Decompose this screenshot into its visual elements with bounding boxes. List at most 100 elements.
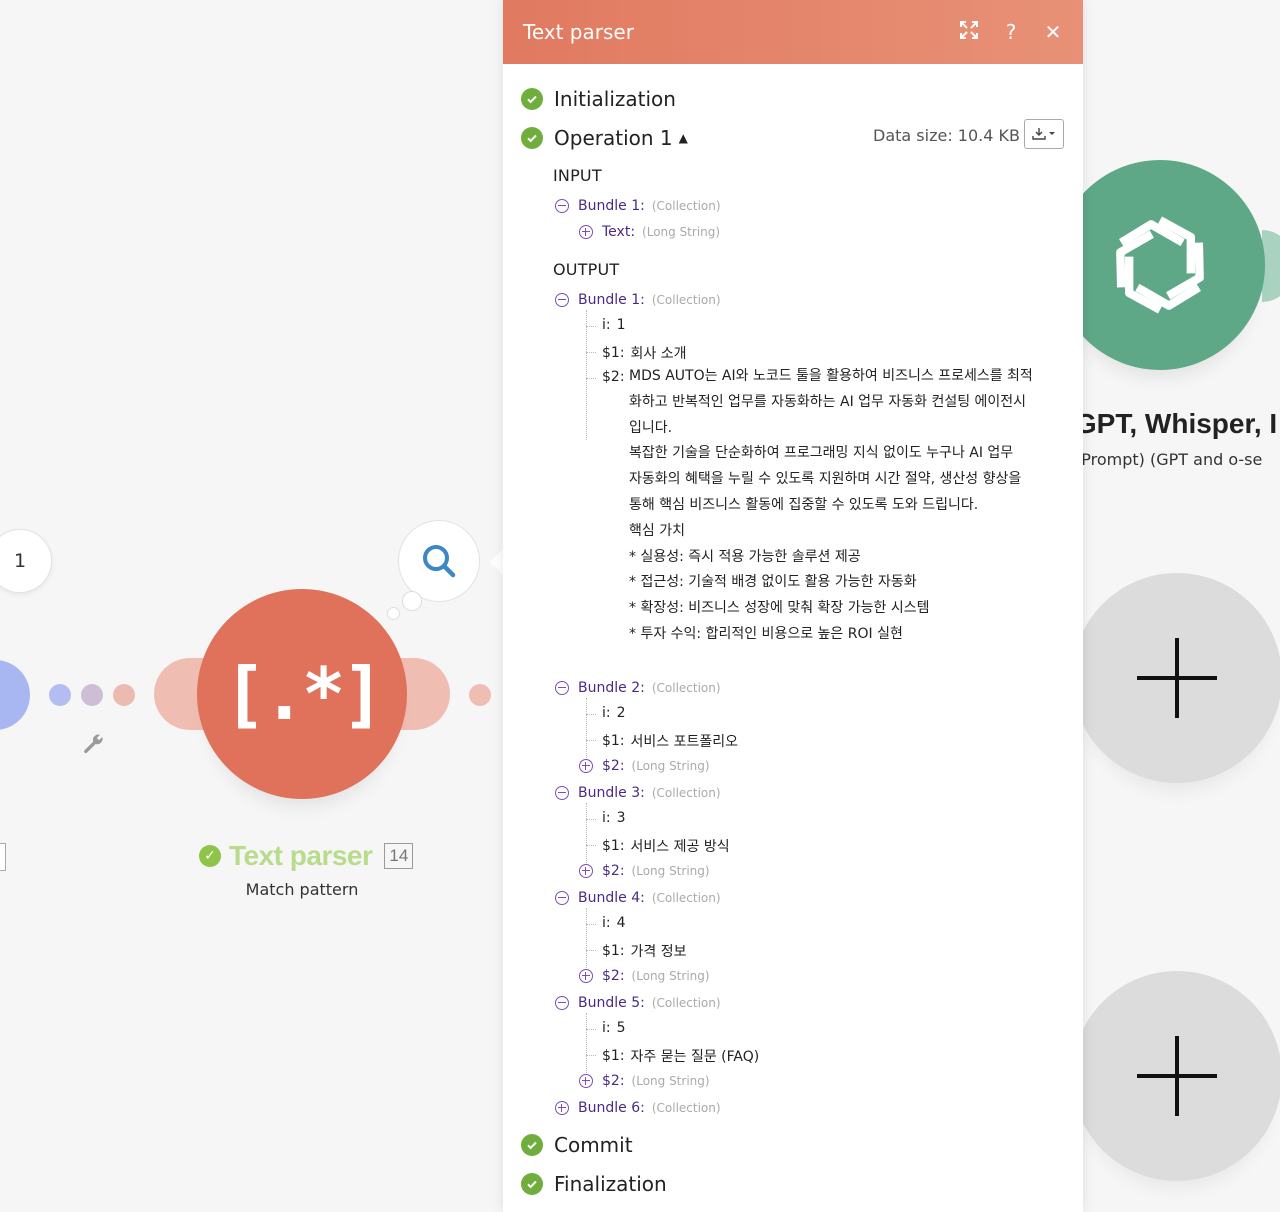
text-parser-subtitle: Match pattern bbox=[245, 880, 359, 899]
output-bundle-4[interactable]: Bundle 4: (Collection) bbox=[555, 890, 721, 906]
collapse-icon[interactable] bbox=[555, 681, 569, 695]
expand-icon[interactable] bbox=[579, 1074, 593, 1088]
text-parser-right-wing bbox=[400, 658, 450, 730]
execution-inspector-panel: Text parser ? ✕ Initialization Operation… bbox=[503, 0, 1083, 1212]
tree-guide bbox=[586, 1013, 587, 1073]
collapse-icon[interactable] bbox=[555, 996, 569, 1010]
inspect-bubble[interactable] bbox=[398, 520, 480, 602]
input-text-field[interactable]: Text: (Long String) bbox=[579, 224, 720, 240]
add-module-button[interactable] bbox=[1072, 573, 1280, 783]
tree-key: Text: bbox=[602, 224, 636, 240]
wrench-icon[interactable] bbox=[80, 731, 106, 757]
bundle-3-index: i: 3 bbox=[602, 810, 626, 826]
output-section-label: OUTPUT bbox=[553, 260, 620, 279]
tree-guide bbox=[586, 950, 596, 951]
connector-dot bbox=[469, 684, 491, 706]
bundle-1-index: i: 1 bbox=[602, 317, 626, 333]
bundle-4-group-1: $1: 가격 정보 bbox=[602, 941, 687, 961]
plus-icon bbox=[1137, 1036, 1217, 1116]
tree-key: $1: bbox=[602, 943, 625, 959]
data-size-label: Data size: 10.4 KB bbox=[873, 126, 1020, 145]
output-bundle-2[interactable]: Bundle 2: (Collection) bbox=[555, 680, 721, 696]
expand-icon[interactable] bbox=[579, 225, 593, 239]
collapse-icon[interactable] bbox=[555, 293, 569, 307]
expand-icon[interactable] bbox=[579, 864, 593, 878]
stage-commit[interactable]: Commit bbox=[521, 1133, 633, 1157]
bundle-5-group-2[interactable]: $2: (Long String) bbox=[579, 1073, 710, 1089]
regex-icon: [.*] bbox=[223, 652, 384, 736]
caret-up-icon[interactable]: ▲ bbox=[679, 131, 688, 145]
tree-type: (Collection) bbox=[651, 786, 721, 800]
tree-key: $1: bbox=[602, 733, 625, 749]
tree-guide bbox=[586, 378, 596, 379]
tree-key: $2: bbox=[602, 863, 625, 879]
tree-type: (Long String) bbox=[631, 969, 710, 983]
tree-value: 서비스 포트폴리오 bbox=[630, 734, 739, 750]
connector-dot bbox=[113, 684, 135, 706]
close-icon[interactable]: ✕ bbox=[1043, 20, 1063, 44]
expand-icon[interactable] bbox=[555, 1101, 569, 1115]
tree-type: (Long String) bbox=[631, 1074, 710, 1088]
tree-type: (Long String) bbox=[631, 864, 710, 878]
bundle-2-group-1: $1: 서비스 포트폴리오 bbox=[602, 731, 738, 751]
bundle-2-index: i: 2 bbox=[602, 705, 626, 721]
connector-dot bbox=[81, 684, 103, 706]
check-icon: ✓ bbox=[199, 845, 221, 867]
tree-guide bbox=[586, 714, 596, 715]
success-check-icon bbox=[521, 1134, 543, 1156]
expand-icon[interactable] bbox=[579, 969, 593, 983]
tree-key: Bundle 6: bbox=[578, 1100, 645, 1116]
tree-type: (Long String) bbox=[631, 759, 710, 773]
output-bundle-1[interactable]: Bundle 1: (Collection) bbox=[555, 292, 721, 308]
bundle-5-index: i: 5 bbox=[602, 1020, 626, 1036]
tree-key: $2: bbox=[602, 1073, 625, 1089]
add-module-button[interactable] bbox=[1072, 971, 1280, 1181]
expand-icon[interactable] bbox=[959, 20, 979, 44]
tree-guide bbox=[586, 845, 596, 846]
tree-type: (Collection) bbox=[651, 891, 721, 905]
bundle-1-group-2: $2: bbox=[602, 369, 625, 385]
openai-module[interactable] bbox=[1055, 160, 1265, 370]
collapse-icon[interactable] bbox=[555, 199, 569, 213]
output-bundle-6[interactable]: Bundle 6: (Collection) bbox=[555, 1100, 721, 1116]
output-bundle-5[interactable]: Bundle 5: (Collection) bbox=[555, 995, 721, 1011]
tree-guide bbox=[586, 819, 596, 820]
operations-count-badge[interactable]: 14 bbox=[384, 843, 414, 869]
output-bundle-3[interactable]: Bundle 3: (Collection) bbox=[555, 785, 721, 801]
expand-icon[interactable] bbox=[579, 759, 593, 773]
collapse-icon[interactable] bbox=[555, 891, 569, 905]
stage-label: Initialization bbox=[554, 87, 676, 111]
tree-type: (Collection) bbox=[651, 681, 721, 695]
text-parser-module[interactable]: [.*] bbox=[197, 589, 407, 799]
download-icon bbox=[1032, 128, 1055, 140]
tree-key: $1: bbox=[602, 345, 625, 361]
bundle-3-group-2[interactable]: $2: (Long String) bbox=[579, 863, 710, 879]
collapse-icon[interactable] bbox=[555, 786, 569, 800]
tree-key: Bundle 2: bbox=[578, 680, 645, 696]
route-bubble-label: 1 bbox=[13, 550, 27, 572]
stage-label: Finalization bbox=[554, 1172, 667, 1196]
stage-operation-1[interactable]: Operation 1 ▲ bbox=[521, 126, 688, 150]
tree-value: 회사 소개 bbox=[630, 346, 687, 362]
tree-guide bbox=[586, 352, 596, 353]
bundle-4-group-2[interactable]: $2: (Long String) bbox=[579, 968, 710, 984]
route-bubble[interactable]: 1 bbox=[0, 529, 52, 593]
tree-guide bbox=[586, 698, 587, 758]
stage-initialization[interactable]: Initialization bbox=[521, 87, 676, 111]
tree-guide bbox=[586, 924, 596, 925]
tree-guide bbox=[586, 310, 587, 440]
stage-finalization[interactable]: Finalization bbox=[521, 1172, 667, 1196]
success-check-icon bbox=[521, 127, 543, 149]
tree-key: i: bbox=[602, 810, 611, 826]
connector-dot bbox=[49, 684, 71, 706]
tree-value: 서비스 제공 방식 bbox=[630, 839, 730, 855]
previous-module[interactable] bbox=[0, 660, 30, 730]
tree-key: i: bbox=[602, 1020, 611, 1036]
input-bundle-1[interactable]: Bundle 1: (Collection) bbox=[555, 198, 721, 214]
tree-value: 5 bbox=[616, 1020, 626, 1036]
bundle-2-group-2[interactable]: $2: (Long String) bbox=[579, 758, 710, 774]
download-button[interactable] bbox=[1024, 119, 1064, 149]
tree-value: 가격 정보 bbox=[630, 944, 687, 960]
help-icon[interactable]: ? bbox=[1001, 20, 1021, 44]
bundle-3-group-1: $1: 서비스 제공 방식 bbox=[602, 836, 730, 856]
